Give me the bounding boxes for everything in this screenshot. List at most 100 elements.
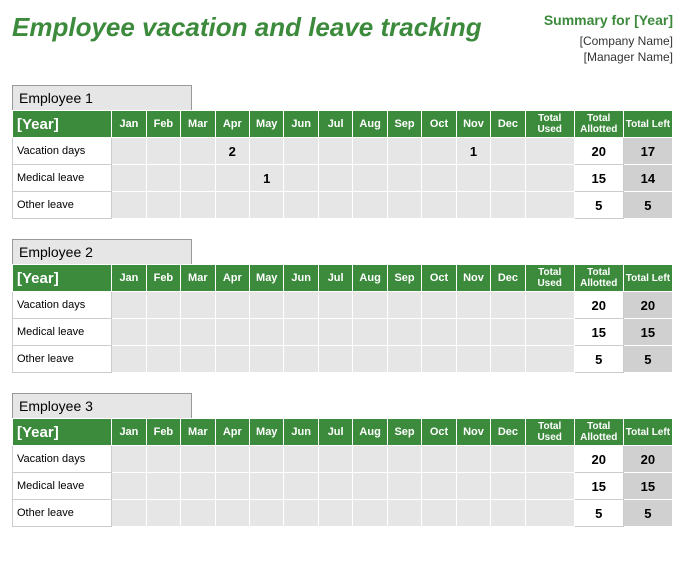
month-header: Jun: [284, 111, 318, 138]
employee-name: Employee 1: [12, 85, 192, 110]
month-cell: [318, 165, 352, 192]
total-used-cell: [525, 346, 574, 373]
total-header: Total Allotted: [574, 265, 623, 292]
month-header: Jan: [112, 419, 146, 446]
month-cell: [112, 138, 146, 165]
month-cell: [456, 165, 490, 192]
month-cell: [181, 346, 215, 373]
manager-name: [Manager Name]: [544, 50, 673, 66]
table-row: Other leave55: [13, 346, 673, 373]
month-cell: [146, 500, 180, 527]
total-left-cell: 20: [623, 292, 672, 319]
month-cell: [456, 473, 490, 500]
month-header: May: [250, 265, 284, 292]
month-cell: [318, 138, 352, 165]
month-cell: [250, 446, 284, 473]
total-allotted-cell: 5: [574, 192, 623, 219]
month-cell: [353, 446, 387, 473]
total-left-cell: 20: [623, 446, 672, 473]
month-header: Oct: [422, 419, 456, 446]
month-cell: [250, 319, 284, 346]
total-allotted-cell: 15: [574, 165, 623, 192]
month-cell: [112, 446, 146, 473]
month-header: Jun: [284, 265, 318, 292]
month-cell: [353, 192, 387, 219]
month-cell: [387, 319, 421, 346]
total-left-cell: 5: [623, 500, 672, 527]
month-cell: [284, 319, 318, 346]
month-header: Mar: [181, 419, 215, 446]
month-cell: [387, 446, 421, 473]
total-used-cell: [525, 446, 574, 473]
month-header: Aug: [353, 111, 387, 138]
month-cell: [318, 292, 352, 319]
total-used-cell: [525, 165, 574, 192]
month-cell: [456, 192, 490, 219]
month-cell: [318, 473, 352, 500]
month-cell: [456, 446, 490, 473]
page-title: Employee vacation and leave tracking: [12, 12, 482, 43]
month-cell: [491, 319, 525, 346]
year-header: [Year]: [13, 265, 112, 292]
month-cell: [491, 500, 525, 527]
total-header: Total Used: [525, 111, 574, 138]
total-allotted-cell: 20: [574, 138, 623, 165]
row-label: Medical leave: [13, 165, 112, 192]
month-header: Feb: [146, 111, 180, 138]
month-cell: [181, 192, 215, 219]
total-used-cell: [525, 192, 574, 219]
employee-block: Employee 1[Year]JanFebMarAprMayJunJulAug…: [12, 85, 673, 219]
month-cell: [387, 138, 421, 165]
month-cell: [456, 292, 490, 319]
month-cell: [146, 473, 180, 500]
month-cell: [353, 165, 387, 192]
month-cell: [146, 446, 180, 473]
total-allotted-cell: 20: [574, 446, 623, 473]
total-left-cell: 15: [623, 473, 672, 500]
month-header: May: [250, 419, 284, 446]
total-header: Total Allotted: [574, 419, 623, 446]
month-cell: [353, 292, 387, 319]
month-header: May: [250, 111, 284, 138]
row-label: Medical leave: [13, 319, 112, 346]
month-cell: [422, 138, 456, 165]
month-cell: [491, 165, 525, 192]
month-cell: [491, 446, 525, 473]
total-used-cell: [525, 292, 574, 319]
month-header: Jul: [318, 265, 352, 292]
month-cell: [112, 292, 146, 319]
month-header: Feb: [146, 419, 180, 446]
table-row: Medical leave1515: [13, 473, 673, 500]
employee-block: Employee 2[Year]JanFebMarAprMayJunJulAug…: [12, 239, 673, 373]
month-cell: [387, 192, 421, 219]
month-cell: [491, 346, 525, 373]
month-cell: [112, 165, 146, 192]
month-header: Sep: [387, 111, 421, 138]
month-header: Feb: [146, 265, 180, 292]
month-cell: [250, 138, 284, 165]
row-label: Other leave: [13, 192, 112, 219]
month-cell: [422, 446, 456, 473]
total-left-cell: 5: [623, 192, 672, 219]
month-header: Jan: [112, 265, 146, 292]
employee-name: Employee 2: [12, 239, 192, 264]
total-allotted-cell: 20: [574, 292, 623, 319]
month-cell: [387, 292, 421, 319]
table-row: Other leave55: [13, 500, 673, 527]
month-cell: [491, 138, 525, 165]
row-label: Vacation days: [13, 292, 112, 319]
month-cell: [181, 500, 215, 527]
month-cell: [284, 138, 318, 165]
month-cell: [250, 346, 284, 373]
month-cell: [181, 446, 215, 473]
table-row: Medical leave11514: [13, 165, 673, 192]
month-header: Apr: [215, 111, 249, 138]
month-header: Mar: [181, 111, 215, 138]
month-cell: [318, 500, 352, 527]
total-used-cell: [525, 319, 574, 346]
month-cell: [112, 192, 146, 219]
month-cell: [456, 319, 490, 346]
total-used-cell: [525, 473, 574, 500]
total-allotted-cell: 15: [574, 473, 623, 500]
month-cell: [422, 192, 456, 219]
